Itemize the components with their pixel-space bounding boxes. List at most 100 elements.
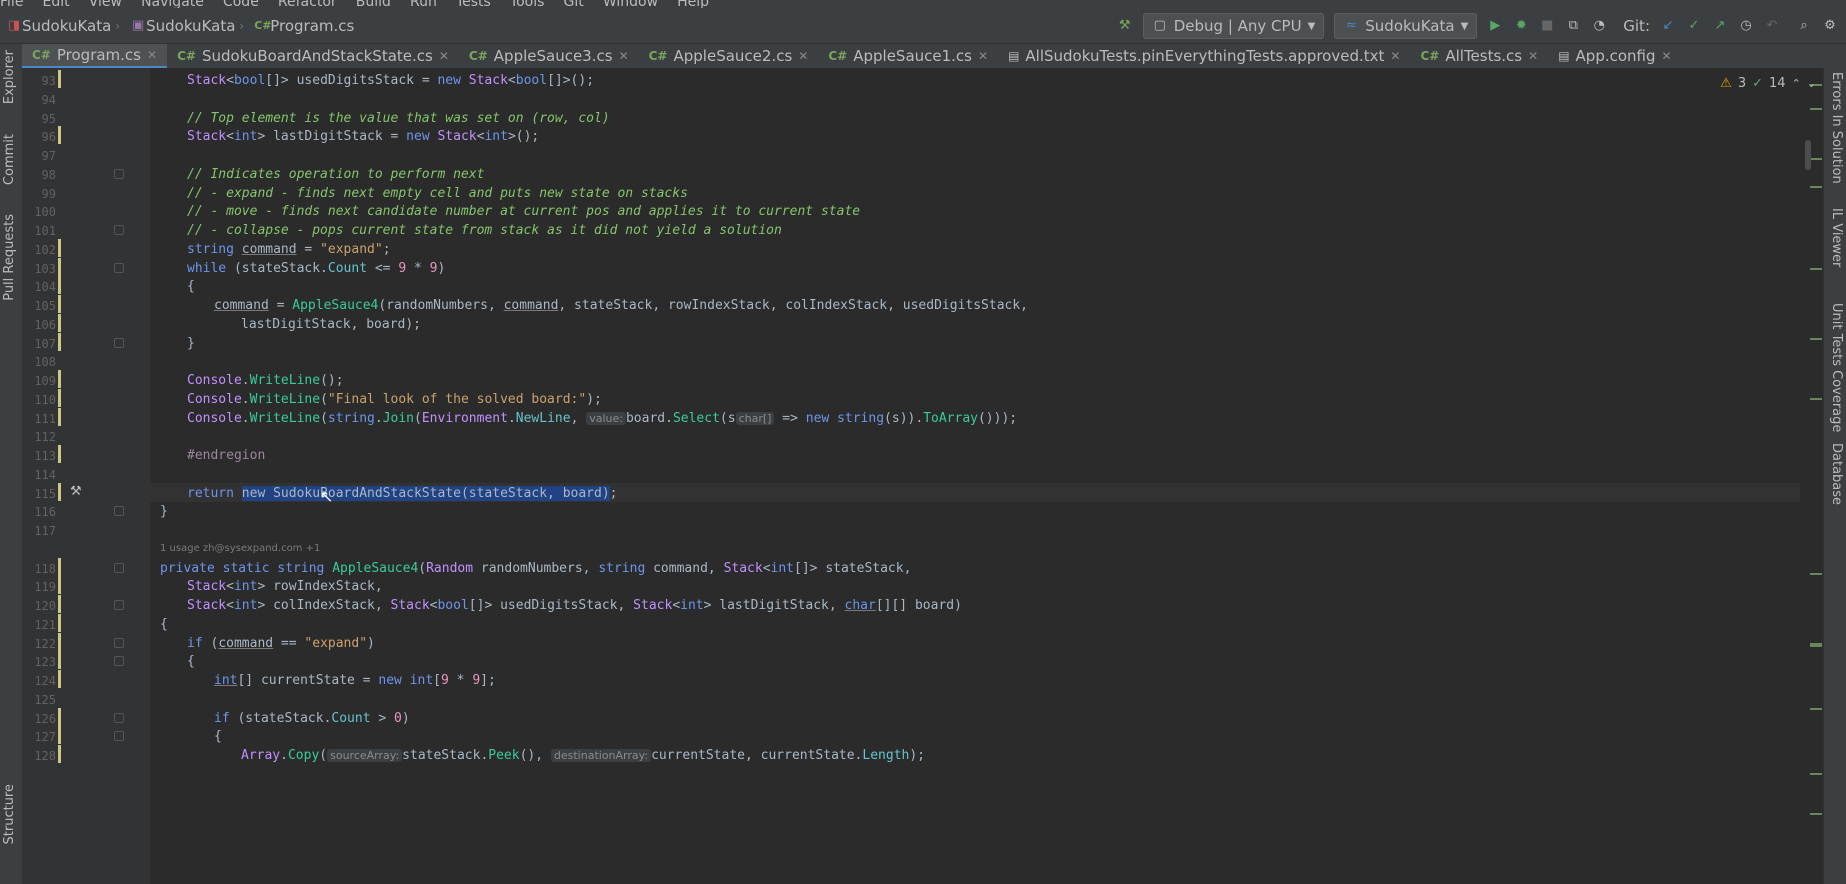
breadcrumb-solution[interactable]: ◨ SudokuKata (6, 17, 111, 35)
error-stripe-mark[interactable] (1810, 186, 1822, 188)
tool-window-structure[interactable]: Structure (2, 784, 17, 844)
codelens[interactable]: 1 usage zh@sysexpand.com +1 (160, 543, 320, 554)
vcs-change-marker[interactable] (58, 726, 61, 745)
quick-fix-hammer-icon[interactable]: ⚒ (70, 484, 82, 499)
editor-tab[interactable]: C# AppleSauce1.cs ✕ (818, 44, 998, 68)
fold-marker-icon[interactable] (114, 506, 124, 517)
vcs-change-marker[interactable] (58, 388, 61, 407)
tool-window-commit[interactable]: Commit (2, 134, 17, 185)
error-stripe-mark[interactable] (1810, 158, 1822, 160)
editor-tab[interactable]: C# AllTests.cs ✕ (1410, 44, 1548, 68)
close-tab-icon[interactable]: ✕ (798, 49, 808, 63)
fold-marker-icon[interactable] (114, 637, 124, 648)
fold-marker-icon[interactable] (114, 600, 124, 610)
close-tab-icon[interactable]: ✕ (1528, 49, 1538, 63)
vcs-change-marker[interactable] (58, 576, 61, 595)
error-stripe-mark[interactable] (1810, 398, 1822, 400)
error-stripe[interactable] (1800, 68, 1824, 884)
error-stripe-mark[interactable] (1810, 773, 1822, 775)
menu-tests[interactable]: Tests (456, 0, 491, 8)
run-icon[interactable]: ▶ (1487, 18, 1503, 34)
fold-marker-icon[interactable] (114, 731, 124, 742)
vcs-change-marker[interactable] (58, 313, 61, 332)
editor-tab[interactable]: C# AppleSauce2.cs ✕ (639, 44, 819, 68)
vcs-change-marker[interactable] (58, 613, 61, 632)
fold-marker-icon[interactable] (114, 656, 124, 667)
run-target-selector[interactable]: ≈ SudokuKata ▼ (1334, 13, 1478, 39)
debug-icon[interactable]: ✹ (1513, 18, 1529, 34)
vcs-change-marker[interactable] (58, 632, 61, 651)
close-tab-icon[interactable]: ✕ (1662, 49, 1672, 63)
menu-build[interactable]: Build (356, 0, 391, 8)
run-with-coverage-icon[interactable]: ⧉ (1565, 18, 1581, 34)
tool-window-il-viewer[interactable]: IL Viewer (1829, 208, 1844, 267)
breadcrumb-file[interactable]: C# Program.cs (254, 17, 354, 35)
error-stripe-mark[interactable] (1810, 813, 1822, 815)
vcs-change-marker[interactable] (58, 482, 61, 501)
git-push-icon[interactable]: ↗ (1712, 18, 1728, 34)
code-editor[interactable]: Stack<bool[]> usedDigitsStack = new Stac… (150, 68, 1800, 884)
vcs-change-marker[interactable] (58, 238, 61, 257)
menu-tools[interactable]: Tools (510, 0, 545, 8)
vcs-change-marker[interactable] (58, 745, 61, 763)
menu-navigate[interactable]: Navigate (141, 0, 204, 8)
breadcrumb-project[interactable]: ▣ SudokuKata (130, 17, 235, 35)
tool-window-explorer[interactable]: Explorer (2, 50, 17, 104)
close-tab-icon[interactable]: ✕ (1390, 49, 1400, 63)
git-history-icon[interactable]: ◷ (1738, 18, 1754, 34)
error-stripe-mark[interactable] (1810, 338, 1822, 340)
inspection-widget[interactable]: ⚠ 3 ✓ 14 ⌃ ⌄ (1720, 76, 1816, 91)
tool-window-unit-tests-coverage[interactable]: Unit Tests Coverage (1829, 303, 1844, 432)
fold-marker-icon[interactable] (114, 712, 124, 723)
vcs-change-marker[interactable] (58, 557, 61, 576)
fold-marker-icon[interactable] (114, 562, 124, 573)
error-stripe-mark[interactable] (1810, 643, 1822, 647)
vcs-change-marker[interactable] (58, 70, 61, 88)
vcs-change-marker[interactable] (58, 257, 61, 276)
search-icon[interactable]: ⌕ (1796, 18, 1812, 34)
close-tab-icon[interactable]: ✕ (619, 49, 629, 63)
vcs-change-marker[interactable] (58, 670, 61, 688)
menu-code[interactable]: Code (223, 0, 259, 8)
editor-tab[interactable]: ▤ AllSudokuTests.pinEverythingTests.appro… (998, 44, 1410, 68)
tool-window-errors-in-solution[interactable]: Errors In Solution (1829, 72, 1844, 184)
editor-tab[interactable]: ▤ App.config ✕ (1548, 44, 1681, 68)
codelens-author[interactable]: zh@sysexpand.com +1 (203, 543, 320, 554)
editor-tab[interactable]: C# AppleSauce3.cs ✕ (459, 44, 639, 68)
error-stripe-mark[interactable] (1810, 708, 1822, 710)
vcs-change-marker[interactable] (58, 276, 61, 295)
fold-marker-icon[interactable] (114, 225, 124, 235)
settings-gear-icon[interactable]: ⚙ (1822, 18, 1838, 34)
chevron-up-icon[interactable]: ⌃ (1792, 77, 1801, 90)
menu-edit[interactable]: Edit (43, 0, 70, 8)
scrollbar-thumb[interactable] (1805, 140, 1811, 170)
tool-window-pull-requests[interactable]: Pull Requests (2, 214, 17, 301)
vcs-change-marker[interactable] (58, 332, 61, 351)
stop-icon[interactable]: ■ (1539, 18, 1555, 34)
menu-help[interactable]: Help (677, 0, 709, 8)
fold-marker-icon[interactable] (114, 337, 124, 348)
vcs-change-marker[interactable] (58, 407, 61, 426)
fold-marker-icon[interactable] (114, 168, 124, 179)
editor-tab[interactable]: C# Program.cs ✕ (22, 44, 168, 68)
profile-icon[interactable]: ◔ (1591, 18, 1607, 34)
error-stripe-mark[interactable] (1810, 573, 1822, 575)
vcs-change-marker[interactable] (58, 126, 61, 145)
menu-run[interactable]: Run (410, 0, 437, 8)
vcs-change-marker[interactable] (58, 651, 61, 670)
fold-marker-icon[interactable] (114, 262, 124, 273)
menu-view[interactable]: View (89, 0, 122, 8)
configuration-selector[interactable]: ▢ Debug | Any CPU ▼ (1142, 13, 1325, 39)
vcs-change-marker[interactable] (58, 370, 61, 388)
error-stripe-mark[interactable] (1810, 268, 1822, 270)
tool-window-database[interactable]: Database (1829, 443, 1844, 505)
close-tab-icon[interactable]: ✕ (978, 49, 988, 63)
chevron-down-icon[interactable]: ⌄ (1807, 77, 1816, 90)
menu-refactor[interactable]: Refactor (278, 0, 337, 8)
vcs-change-marker[interactable] (58, 707, 61, 726)
menu-file[interactable]: File (0, 0, 23, 8)
close-tab-icon[interactable]: ✕ (439, 49, 449, 63)
git-update-icon[interactable]: ↙ (1660, 18, 1676, 34)
codelens-usages[interactable]: 1 usage (160, 543, 200, 554)
vcs-change-marker[interactable] (58, 445, 61, 463)
